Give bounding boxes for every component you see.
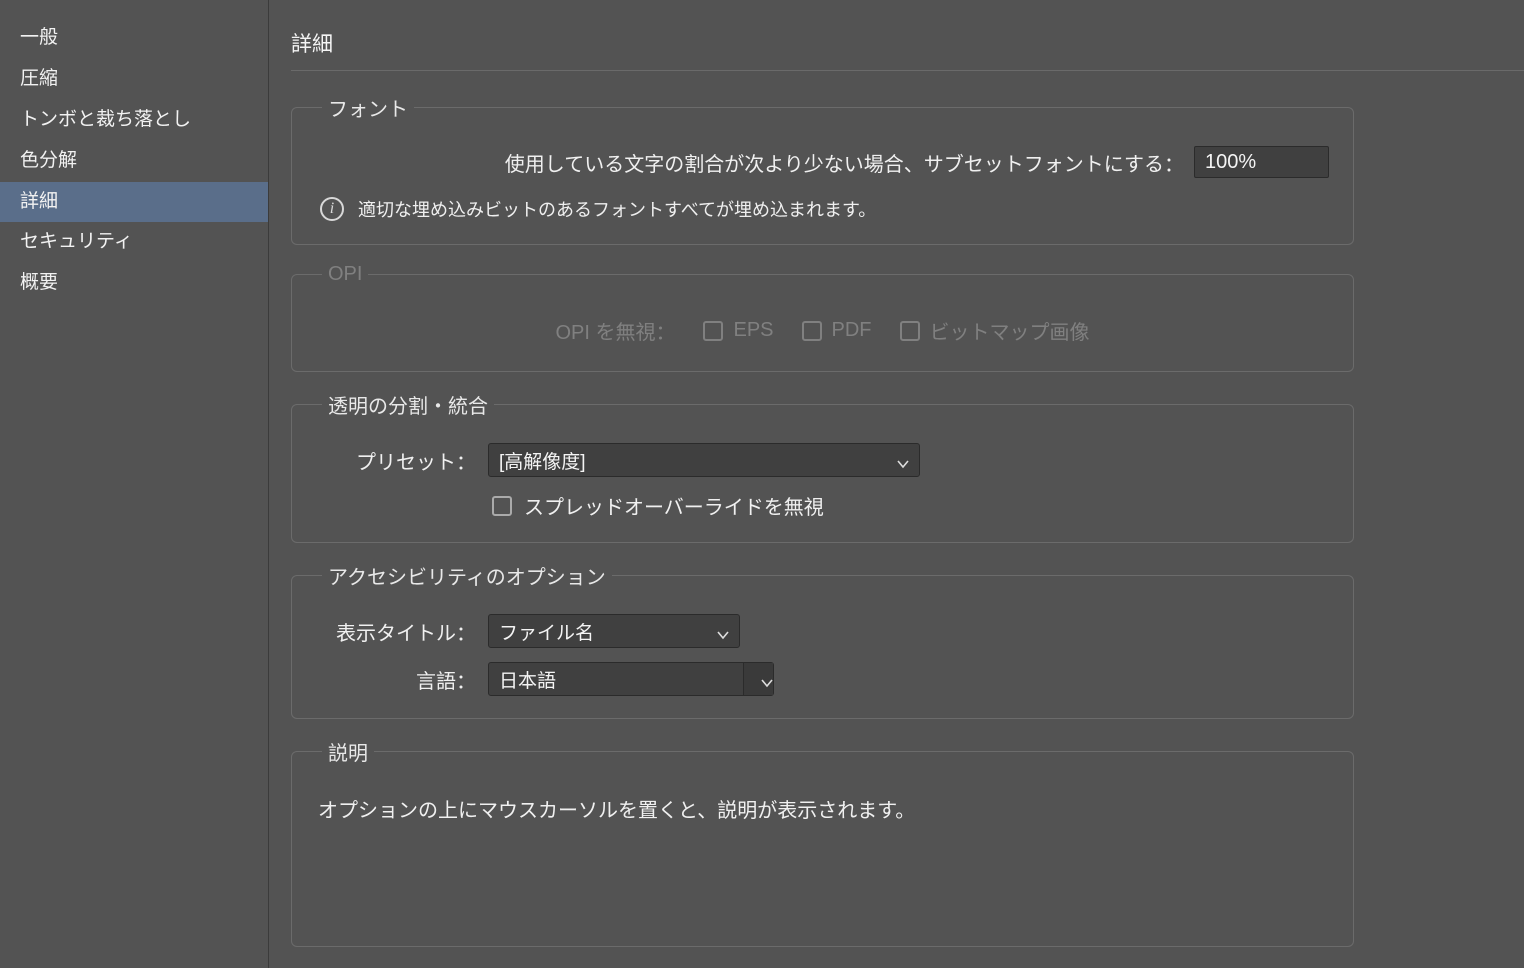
opi-eps-checkbox: [703, 321, 723, 341]
preset-value: [高解像度]: [499, 447, 586, 474]
subset-fonts-input[interactable]: [1194, 146, 1329, 178]
opi-pdf-checkbox: [802, 321, 822, 341]
ignore-spread-override-label: スプレッドオーバーライドを無視: [524, 491, 824, 520]
accessibility-group: アクセシビリティのオプション 表示タイトル： ファイル名 言語： 日本語: [291, 561, 1354, 719]
accessibility-legend: アクセシビリティのオプション: [322, 561, 612, 590]
fonts-group: フォント 使用している文字の割合が次より少ない場合、サブセットフォントにする： …: [291, 93, 1354, 245]
language-label: 言語：: [316, 665, 476, 694]
main-panel: 詳細 フォント 使用している文字の割合が次より少ない場合、サブセットフォントにす…: [269, 0, 1524, 968]
preset-label: プリセット：: [316, 446, 476, 475]
fonts-info-text: 適切な埋め込みビットのあるフォントすべてが埋め込まれます。: [358, 196, 876, 222]
flattener-legend: 透明の分割・統合: [322, 390, 494, 419]
display-title-label: 表示タイトル：: [316, 617, 476, 646]
opi-group: OPI OPI を無視： EPS PDF ビットマップ画像: [291, 263, 1354, 372]
title-divider: [291, 70, 1524, 71]
ignore-spread-override-checkbox[interactable]: [492, 496, 512, 516]
sidebar-item-security[interactable]: セキュリティ: [0, 222, 268, 263]
chevron-down-icon: [761, 673, 773, 685]
description-group: 説明 オプションの上にマウスカーソルを置くと、説明が表示されます。: [291, 737, 1354, 947]
flattener-group: 透明の分割・統合 プリセット： [高解像度] スプレッドオーバーライドを無視: [291, 390, 1354, 543]
description-text: オプションの上にマウスカーソルを置くと、説明が表示されます。: [316, 790, 1329, 823]
opi-bitmap-checkbox: [900, 321, 920, 341]
opi-legend: OPI: [322, 263, 368, 286]
display-title-select[interactable]: ファイル名: [488, 614, 740, 648]
opi-bitmap-label: ビットマップ画像: [930, 316, 1090, 345]
sidebar-item-compression[interactable]: 圧縮: [0, 59, 268, 100]
language-value: 日本語: [499, 666, 743, 693]
opi-pdf-label: PDF: [832, 319, 872, 342]
chevron-down-icon: [717, 625, 729, 637]
preset-select[interactable]: [高解像度]: [488, 443, 920, 477]
fonts-legend: フォント: [322, 93, 414, 122]
description-legend: 説明: [322, 737, 374, 766]
display-title-value: ファイル名: [499, 618, 594, 645]
language-select[interactable]: 日本語: [488, 662, 774, 696]
subset-fonts-label: 使用している文字の割合が次より少ない場合、サブセットフォントにする：: [505, 148, 1184, 177]
sidebar-item-general[interactable]: 一般: [0, 18, 268, 59]
page-title: 詳細: [291, 28, 1524, 58]
info-icon: i: [320, 197, 344, 221]
sidebar: 一般 圧縮 トンボと裁ち落とし 色分解 詳細 セキュリティ 概要: [0, 0, 269, 968]
sidebar-item-summary[interactable]: 概要: [0, 263, 268, 304]
sidebar-item-advanced[interactable]: 詳細: [0, 182, 268, 223]
opi-ignore-label: OPI を無視：: [555, 316, 675, 345]
sidebar-item-marks-and-bleeds[interactable]: トンボと裁ち落とし: [0, 100, 268, 141]
language-dropdown-button[interactable]: [743, 663, 773, 695]
sidebar-item-output[interactable]: 色分解: [0, 141, 268, 182]
chevron-down-icon: [897, 454, 909, 466]
opi-eps-label: EPS: [733, 319, 773, 342]
